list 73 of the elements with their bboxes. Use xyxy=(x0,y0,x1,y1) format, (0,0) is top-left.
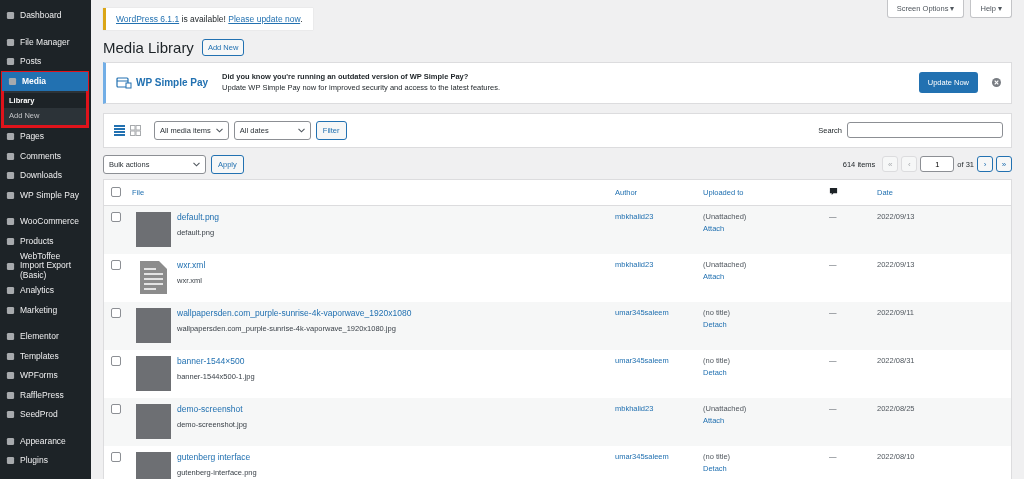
sidebar-item[interactable]: Dashboard xyxy=(0,6,91,26)
square-icon xyxy=(6,436,15,446)
sidebar-item[interactable]: Posts xyxy=(0,52,91,72)
close-icon[interactable] xyxy=(992,78,1001,88)
square-icon xyxy=(6,37,15,47)
row-checkbox[interactable] xyxy=(111,259,121,270)
row-checkbox[interactable] xyxy=(111,451,121,462)
version-link[interactable]: WordPress 6.1.1 xyxy=(116,14,180,24)
sidebar-item[interactable]: Plugins xyxy=(0,451,91,471)
row-checkbox[interactable] xyxy=(111,211,121,222)
sidebar-item[interactable]: WP Simple Pay xyxy=(0,185,91,205)
photo-placeholder xyxy=(136,403,171,439)
search-field[interactable] xyxy=(847,122,1003,139)
sidebar-item[interactable]: RafflePress xyxy=(0,385,91,405)
photo-placeholder xyxy=(136,451,171,479)
last-page-button[interactable]: » xyxy=(996,156,1012,173)
square-icon xyxy=(6,190,15,200)
sidebar-item[interactable]: WebToffee Import Export (Basic) xyxy=(0,251,91,281)
row-checkbox[interactable] xyxy=(111,403,121,414)
row-checkbox[interactable] xyxy=(111,307,121,318)
sidebar-item[interactable]: Downloads xyxy=(0,166,91,186)
row-checkbox[interactable] xyxy=(111,355,121,366)
sidebar-item[interactable]: WPForms xyxy=(0,366,91,386)
square-icon xyxy=(6,132,15,142)
file-title-link[interactable]: default.png xyxy=(177,211,220,222)
sidebar-item[interactable]: Marketing xyxy=(0,300,91,320)
select-all-checkbox[interactable] xyxy=(111,187,121,198)
square-icon xyxy=(6,151,15,161)
square-icon xyxy=(6,410,15,420)
sidebar-item[interactable]: WooCommerce xyxy=(0,212,91,232)
file-title-link[interactable]: wxr.xml xyxy=(177,259,206,270)
sidebar-item[interactable]: Pages xyxy=(0,127,91,147)
notice-text: WordPress 6.1.1 is available! Please update now. xyxy=(116,14,303,24)
square-icon xyxy=(6,351,15,361)
page-title: Media Library xyxy=(103,39,194,56)
chevron-down-icon xyxy=(193,161,200,167)
square-icon xyxy=(6,332,15,342)
square-icon xyxy=(6,305,15,315)
sidebar-item[interactable]: SeedProd xyxy=(0,405,91,425)
sidebar-item[interactable]: Media xyxy=(2,71,88,91)
sidebar-item[interactable]: Products xyxy=(0,231,91,251)
square-icon xyxy=(6,261,15,271)
sidebar-item[interactable]: File Manager xyxy=(0,32,91,52)
sidebar-item[interactable]: Analytics xyxy=(0,281,91,301)
comment-icon xyxy=(829,186,838,196)
sidebar-item[interactable]: Comments xyxy=(0,146,91,166)
photo-placeholder xyxy=(136,355,171,391)
square-icon xyxy=(6,171,15,181)
square-icon xyxy=(6,57,15,67)
square-icon xyxy=(8,76,17,86)
chevron-down-icon xyxy=(215,127,223,133)
file-title-link[interactable]: wallpapersden.com_purple-sunrise-4k-vaporwave_1920x1080 xyxy=(177,307,412,318)
list-view-icon[interactable] xyxy=(114,124,125,136)
grid-view-icon[interactable] xyxy=(130,124,141,136)
chevron-down-icon xyxy=(297,127,305,133)
square-icon xyxy=(6,11,15,21)
square-icon xyxy=(6,217,15,227)
square-icon xyxy=(6,371,15,381)
square-icon xyxy=(6,286,15,296)
file-title-link[interactable]: gutenberg interface xyxy=(177,451,257,462)
square-icon xyxy=(6,236,15,246)
sidebar-item[interactable]: Templates xyxy=(0,346,91,366)
square-icon xyxy=(6,390,15,400)
next-page-button[interactable]: › xyxy=(977,156,993,173)
square-icon xyxy=(6,456,15,466)
sidebar-item[interactable]: Appearance xyxy=(0,431,91,451)
sidebar-item[interactable]: Elementor xyxy=(0,327,91,347)
photo-placeholder xyxy=(136,307,171,343)
photo-placeholder xyxy=(136,211,171,247)
card-lock-icon xyxy=(116,76,132,89)
promo-logo-text: WP Simple Pay xyxy=(136,77,209,89)
file-title-link[interactable]: demo-screenshot xyxy=(177,403,248,414)
file-title-link[interactable]: banner-1544×500 xyxy=(177,355,255,366)
